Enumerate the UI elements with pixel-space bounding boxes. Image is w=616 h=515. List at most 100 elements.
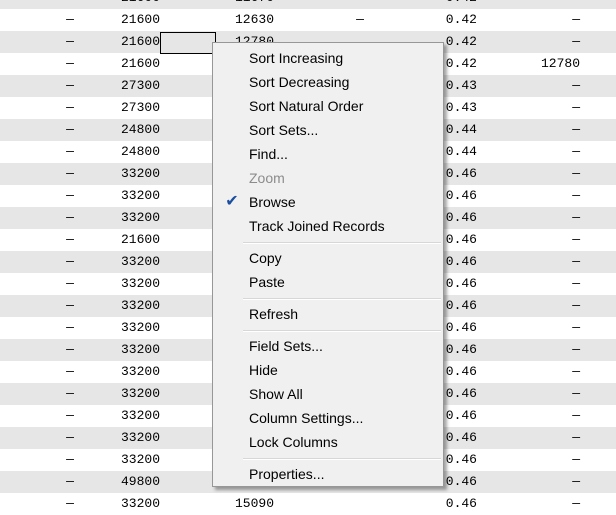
- table-cell-c1[interactable]: —: [40, 471, 100, 493]
- table-cell-c2[interactable]: 21600: [100, 9, 160, 31]
- table-cell-c1[interactable]: —: [40, 493, 100, 515]
- table-cell-c2[interactable]: 24800: [100, 119, 160, 141]
- table-cell-c1[interactable]: —: [40, 361, 100, 383]
- table-cell-c1[interactable]: —: [40, 163, 100, 185]
- table-cell-c6[interactable]: —: [500, 0, 580, 9]
- table-cell-c6[interactable]: —: [500, 449, 580, 471]
- table-cell-c6[interactable]: —: [500, 119, 580, 141]
- table-cell-c1[interactable]: —: [40, 449, 100, 471]
- menu-item-track-joined-records[interactable]: Track Joined Records: [215, 214, 441, 238]
- table-cell-c2[interactable]: 33200: [100, 449, 160, 471]
- table-cell-c2[interactable]: 33200: [100, 383, 160, 405]
- table-row[interactable]: —21600 12630—0.42—: [0, 9, 616, 31]
- table-cell-c1[interactable]: —: [40, 273, 100, 295]
- table-cell-c1[interactable]: —: [40, 427, 100, 449]
- table-cell-c1[interactable]: —: [40, 207, 100, 229]
- menu-item-copy[interactable]: Copy: [215, 246, 441, 270]
- table-cell-c4[interactable]: [330, 493, 390, 515]
- table-cell-c6[interactable]: 12780: [500, 53, 580, 75]
- table-cell-c2[interactable]: 33200: [100, 405, 160, 427]
- table-cell-c5[interactable]: 0.42: [395, 0, 477, 9]
- table-cell-c6[interactable]: —: [500, 31, 580, 53]
- table-cell-c1[interactable]: —: [40, 317, 100, 339]
- table-cell-c2[interactable]: 33200: [100, 361, 160, 383]
- table-cell-c6[interactable]: —: [500, 251, 580, 273]
- table-cell-c6[interactable]: —: [500, 339, 580, 361]
- table-cell-c2[interactable]: 24800: [100, 141, 160, 163]
- table-cell-c5[interactable]: 0.42: [395, 9, 477, 31]
- table-cell-c4[interactable]: [330, 0, 390, 9]
- table-cell-c6[interactable]: —: [500, 9, 580, 31]
- table-cell-c2[interactable]: 27300: [100, 75, 160, 97]
- table-cell-c6[interactable]: —: [500, 97, 580, 119]
- table-cell-c2[interactable]: 33200: [100, 317, 160, 339]
- table-cell-c6[interactable]: —: [500, 383, 580, 405]
- table-cell-c5[interactable]: 0.46: [395, 493, 477, 515]
- table-cell-c1[interactable]: —: [40, 339, 100, 361]
- table-cell-c6[interactable]: —: [500, 427, 580, 449]
- table-cell-c6[interactable]: —: [500, 295, 580, 317]
- table-cell-c6[interactable]: —: [500, 141, 580, 163]
- table-cell-c1[interactable]: —: [40, 141, 100, 163]
- table-cell-c2[interactable]: 33200: [100, 273, 160, 295]
- menu-item-sort-natural-order[interactable]: Sort Natural Order: [215, 94, 441, 118]
- table-cell-c1[interactable]: —: [40, 229, 100, 251]
- menu-item-find[interactable]: Find...: [215, 142, 441, 166]
- table-cell-c1[interactable]: —: [40, 251, 100, 273]
- table-cell-c3[interactable]: 12630: [214, 9, 274, 31]
- menu-item-sort-increasing[interactable]: Sort Increasing: [215, 46, 441, 70]
- table-cell-c1[interactable]: —: [40, 9, 100, 31]
- table-cell-c2[interactable]: 33200: [100, 251, 160, 273]
- menu-item-hide[interactable]: Hide: [215, 358, 441, 382]
- table-cell-c6[interactable]: —: [500, 361, 580, 383]
- table-cell-c2[interactable]: 21600: [100, 0, 160, 9]
- table-cell-c6[interactable]: —: [500, 163, 580, 185]
- table-cell-c6[interactable]: —: [500, 229, 580, 251]
- table-cell-c1[interactable]: —: [40, 97, 100, 119]
- table-cell-c1[interactable]: —: [40, 75, 100, 97]
- table-row[interactable]: —21600116700.42—: [0, 0, 616, 9]
- table-cell-c1[interactable]: —: [40, 31, 100, 53]
- table-cell-c6[interactable]: —: [500, 185, 580, 207]
- menu-item-sort-decreasing[interactable]: Sort Decreasing: [215, 70, 441, 94]
- table-cell-c1[interactable]: —: [40, 185, 100, 207]
- table-cell-c2[interactable]: 21600: [100, 229, 160, 251]
- menu-item-refresh[interactable]: Refresh: [215, 302, 441, 326]
- table-cell-c2[interactable]: 33200: [100, 339, 160, 361]
- menu-item-properties[interactable]: Properties...: [215, 462, 441, 486]
- table-cell-c2[interactable]: 33200: [100, 493, 160, 515]
- table-cell-c2[interactable]: 33200: [100, 427, 160, 449]
- table-cell-c6[interactable]: —: [500, 75, 580, 97]
- menu-item-lock-columns[interactable]: Lock Columns: [215, 430, 441, 454]
- table-cell-c1[interactable]: —: [40, 0, 100, 9]
- menu-item-paste[interactable]: Paste: [215, 270, 441, 294]
- table-cell-c2[interactable]: 27300: [100, 97, 160, 119]
- table-cell-c1[interactable]: —: [40, 383, 100, 405]
- table-cell-c2[interactable]: 21600: [100, 53, 160, 75]
- table-cell-c6[interactable]: —: [500, 273, 580, 295]
- table-cell-c2[interactable]: 33200: [100, 207, 160, 229]
- table-cell-c1[interactable]: —: [40, 405, 100, 427]
- menu-item-field-sets[interactable]: Field Sets...: [215, 334, 441, 358]
- table-cell-c4[interactable]: —: [330, 9, 390, 31]
- table-cell-c6[interactable]: —: [500, 207, 580, 229]
- table-cell-c3[interactable]: 11670: [214, 0, 274, 9]
- table-cell-c2[interactable]: 21600: [100, 31, 160, 53]
- table-row[interactable]: —33200 15090 0.46—: [0, 493, 616, 515]
- context-menu[interactable]: Sort Increasing Sort Decreasing Sort Natur…: [212, 42, 444, 487]
- table-cell-c2[interactable]: 33200: [100, 185, 160, 207]
- table-cell-c3[interactable]: 15090: [214, 493, 274, 515]
- table-cell-c1[interactable]: —: [40, 119, 100, 141]
- table-cell-c6[interactable]: —: [500, 405, 580, 427]
- table-cell-c1[interactable]: —: [40, 295, 100, 317]
- table-cell-c2[interactable]: 33200: [100, 295, 160, 317]
- table-cell-c2[interactable]: 49800: [100, 471, 160, 493]
- menu-item-column-settings[interactable]: Column Settings...: [215, 406, 441, 430]
- menu-item-browse[interactable]: ✔ Browse: [215, 190, 441, 214]
- table-cell-c1[interactable]: —: [40, 53, 100, 75]
- table-cell-c6[interactable]: —: [500, 471, 580, 493]
- menu-item-sort-sets[interactable]: Sort Sets...: [215, 118, 441, 142]
- table-cell-c6[interactable]: —: [500, 317, 580, 339]
- table-cell-c6[interactable]: —: [500, 493, 580, 515]
- menu-item-show-all[interactable]: Show All: [215, 382, 441, 406]
